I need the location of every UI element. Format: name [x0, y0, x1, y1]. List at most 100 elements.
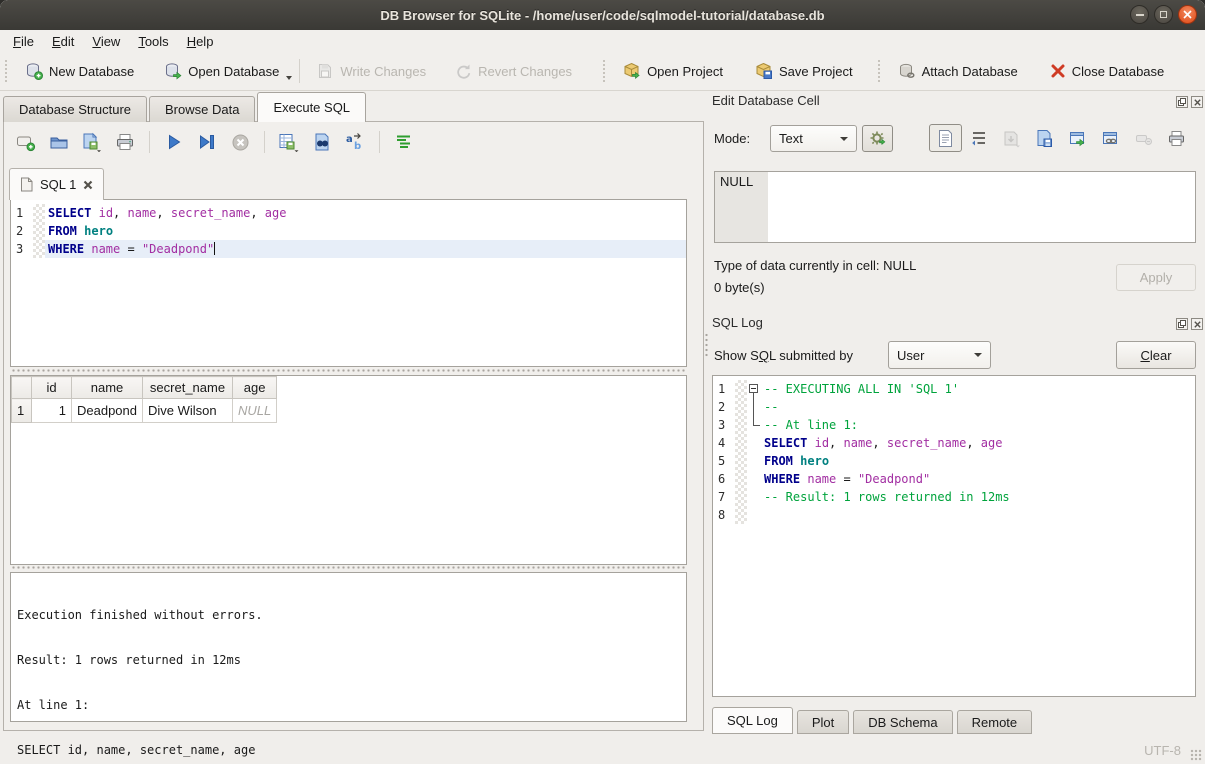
status-line: Result: 1 rows returned in 12ms: [17, 653, 680, 668]
dock-tab-db-schema[interactable]: DB Schema: [853, 710, 952, 734]
close-database-button[interactable]: Close Database: [1041, 58, 1174, 84]
column-header-age[interactable]: age: [233, 377, 277, 399]
dock-tab-label: SQL Log: [727, 713, 778, 728]
log-line: 3 -- At line 1:: [713, 416, 1195, 434]
results-header-row: id name secret_name age: [12, 377, 277, 399]
find-icon[interactable]: [310, 131, 334, 153]
save-sql-file-icon[interactable]: [80, 131, 104, 153]
cell-editor[interactable]: NULL: [714, 171, 1196, 243]
menu-bar: File Edit View Tools Help: [0, 30, 1205, 52]
cell-id[interactable]: 1: [32, 399, 72, 423]
attach-database-button[interactable]: Attach Database: [889, 57, 1027, 85]
menu-view[interactable]: View: [83, 32, 129, 51]
format-code-icon[interactable]: [392, 131, 416, 153]
open-database-button[interactable]: Open Database: [155, 57, 288, 85]
replace-icon[interactable]: ab: [343, 131, 367, 153]
save-project-button[interactable]: Save Project: [746, 57, 862, 85]
sql-editor[interactable]: 1 SELECT id, name, secret_name, age 2 FR…: [10, 199, 687, 367]
tab-database-structure[interactable]: Database Structure: [3, 96, 147, 122]
auto-switch-mode-button[interactable]: [862, 125, 893, 152]
mode-value: Text: [779, 131, 803, 146]
fold-margin: [735, 506, 747, 524]
sql-log-view[interactable]: 1 -- EXECUTING ALL IN 'SQL 1' 2 -- 3 -- …: [712, 375, 1196, 697]
status-line: At line 1:: [17, 698, 680, 713]
column-header-id[interactable]: id: [32, 377, 72, 399]
cell-name[interactable]: Deadpond: [72, 399, 143, 423]
print-icon[interactable]: [113, 131, 137, 153]
dock-tab-remote[interactable]: Remote: [957, 710, 1033, 734]
print-cell-icon[interactable]: [1160, 124, 1193, 152]
sql-toolbar: ab: [14, 129, 416, 155]
log-line: 1 -- EXECUTING ALL IN 'SQL 1': [713, 380, 1195, 398]
fold-marker-collapse[interactable]: [747, 380, 761, 398]
cell-age[interactable]: NULL: [233, 399, 277, 423]
fold-guide-end: [747, 416, 761, 434]
toolbar-drag-handle[interactable]: [603, 60, 609, 82]
minimize-button[interactable]: [1130, 5, 1149, 24]
menu-file[interactable]: File: [4, 32, 43, 51]
text-document-icon[interactable]: [929, 124, 962, 152]
menu-tools[interactable]: Tools: [129, 32, 177, 51]
close-button[interactable]: [1178, 5, 1197, 24]
word-wrap-icon[interactable]: [962, 124, 995, 152]
app-window: DB Browser for SQLite - /home/user/code/…: [0, 0, 1205, 764]
panel-splitter[interactable]: [704, 332, 709, 358]
resize-grip[interactable]: [1190, 749, 1202, 761]
line-number: 2: [713, 398, 735, 416]
corner-header[interactable]: [12, 377, 32, 399]
cell-secret-name[interactable]: Dive Wilson: [143, 399, 233, 423]
float-dock-button[interactable]: [1176, 96, 1188, 108]
export-to-window-icon[interactable]: [1061, 124, 1094, 152]
maximize-button[interactable]: [1154, 5, 1173, 24]
column-header-name[interactable]: name: [72, 377, 143, 399]
open-external-link-icon[interactable]: [1094, 124, 1127, 152]
float-dock-button[interactable]: [1176, 318, 1188, 330]
encoding-indicator[interactable]: UTF-8: [1144, 743, 1181, 758]
open-project-button[interactable]: Open Project: [614, 57, 732, 85]
clear-label: Clear: [1140, 348, 1171, 363]
toolbar-drag-handle[interactable]: [5, 60, 11, 82]
dock-tab-bar: SQL Log Plot DB Schema Remote: [712, 707, 1032, 734]
log-filter-select[interactable]: User: [888, 341, 991, 369]
results-status-splitter[interactable]: [10, 565, 687, 570]
fold-guide: [747, 398, 761, 416]
menu-edit[interactable]: Edit: [43, 32, 83, 51]
dock-tab-plot[interactable]: Plot: [797, 710, 849, 734]
sql-file-tab[interactable]: SQL 1: [9, 168, 104, 200]
new-database-button[interactable]: New Database: [16, 57, 143, 85]
dock-tab-label: Plot: [812, 715, 834, 730]
tab-execute-sql[interactable]: Execute SQL: [257, 92, 366, 122]
mode-select[interactable]: Text: [770, 125, 857, 152]
results-grid[interactable]: id name secret_name age 1 1 Deadpond Div…: [10, 375, 687, 565]
cell-value: NULL: [720, 174, 753, 189]
fold-margin: [33, 222, 45, 240]
open-database-menu-arrow[interactable]: [286, 76, 292, 80]
tab-browse-data[interactable]: Browse Data: [149, 96, 255, 122]
new-tab-icon[interactable]: [14, 131, 38, 153]
menu-help[interactable]: Help: [178, 32, 223, 51]
column-header-secret-name[interactable]: secret_name: [143, 377, 233, 399]
close-dock-button[interactable]: [1191, 318, 1203, 330]
line-number: 3: [11, 240, 33, 258]
maximize-icon: [1160, 11, 1167, 18]
close-dock-button[interactable]: [1191, 96, 1203, 108]
line-number: 2: [11, 222, 33, 240]
close-tab-icon[interactable]: [83, 180, 93, 190]
execute-all-icon[interactable]: [162, 131, 186, 153]
new-database-label: New Database: [49, 64, 134, 79]
clear-log-button[interactable]: Clear: [1116, 341, 1196, 369]
open-project-icon: [623, 62, 641, 80]
toolbar-drag-handle[interactable]: [878, 60, 884, 82]
export-results-icon[interactable]: [277, 131, 301, 153]
save-as-icon[interactable]: [1028, 124, 1061, 152]
revert-changes-label: Revert Changes: [478, 64, 572, 79]
row-number[interactable]: 1: [12, 399, 32, 423]
execute-current-line-icon[interactable]: [195, 131, 219, 153]
results-table: id name secret_name age 1 1 Deadpond Div…: [11, 376, 277, 423]
dock-tab-sql-log[interactable]: SQL Log: [712, 707, 793, 734]
execution-status-box[interactable]: Execution finished without errors. Resul…: [10, 572, 687, 722]
minimize-icon: [1136, 14, 1144, 16]
title-bar[interactable]: DB Browser for SQLite - /home/user/code/…: [0, 0, 1205, 31]
open-sql-file-icon[interactable]: [47, 131, 71, 153]
editor-results-splitter[interactable]: [10, 368, 687, 373]
